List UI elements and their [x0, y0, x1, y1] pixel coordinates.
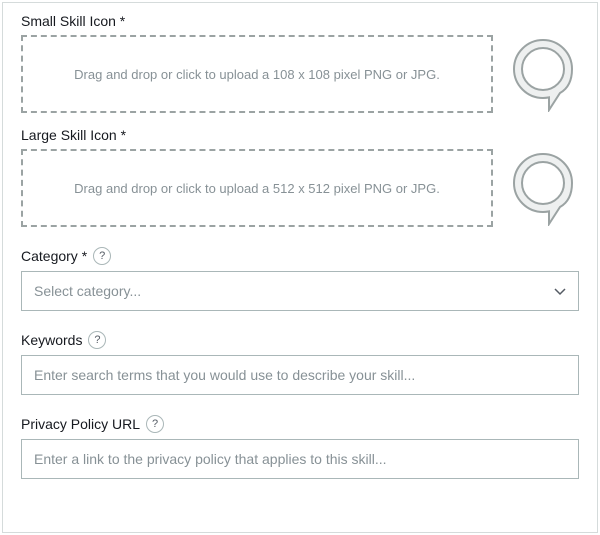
chevron-down-icon — [554, 283, 566, 299]
large-icon-label: Large Skill Icon * — [21, 127, 579, 143]
large-icon-dropzone[interactable]: Drag and drop or click to upload a 512 x… — [21, 149, 493, 227]
category-field: Category * ? Select category... — [21, 247, 579, 311]
large-icon-field: Large Skill Icon * Drag and drop or clic… — [21, 127, 579, 227]
privacy-label-row: Privacy Policy URL ? — [21, 415, 579, 433]
category-select[interactable]: Select category... — [21, 271, 579, 311]
privacy-input[interactable] — [21, 439, 579, 479]
help-icon[interactable]: ? — [146, 415, 164, 433]
help-icon[interactable]: ? — [88, 331, 106, 349]
skill-form-panel: Small Skill Icon * Drag and drop or clic… — [2, 2, 598, 533]
speech-bubble-icon — [510, 36, 576, 112]
keywords-label-row: Keywords ? — [21, 331, 579, 349]
small-icon-drop-text: Drag and drop or click to upload a 108 x… — [74, 67, 440, 82]
privacy-label: Privacy Policy URL — [21, 416, 140, 432]
small-icon-label: Small Skill Icon * — [21, 13, 579, 29]
small-icon-dropzone[interactable]: Drag and drop or click to upload a 108 x… — [21, 35, 493, 113]
large-icon-row: Drag and drop or click to upload a 512 x… — [21, 149, 579, 227]
small-icon-preview — [507, 36, 579, 112]
category-label: Category * — [21, 248, 87, 264]
keywords-input[interactable] — [21, 355, 579, 395]
small-icon-row: Drag and drop or click to upload a 108 x… — [21, 35, 579, 113]
privacy-field: Privacy Policy URL ? — [21, 415, 579, 479]
help-icon[interactable]: ? — [93, 247, 111, 265]
keywords-label: Keywords — [21, 332, 82, 348]
category-label-row: Category * ? — [21, 247, 579, 265]
keywords-field: Keywords ? — [21, 331, 579, 395]
speech-bubble-icon — [510, 150, 576, 226]
category-placeholder: Select category... — [34, 283, 141, 299]
large-icon-preview — [507, 150, 579, 226]
small-icon-field: Small Skill Icon * Drag and drop or clic… — [21, 13, 579, 113]
large-icon-drop-text: Drag and drop or click to upload a 512 x… — [74, 181, 440, 196]
